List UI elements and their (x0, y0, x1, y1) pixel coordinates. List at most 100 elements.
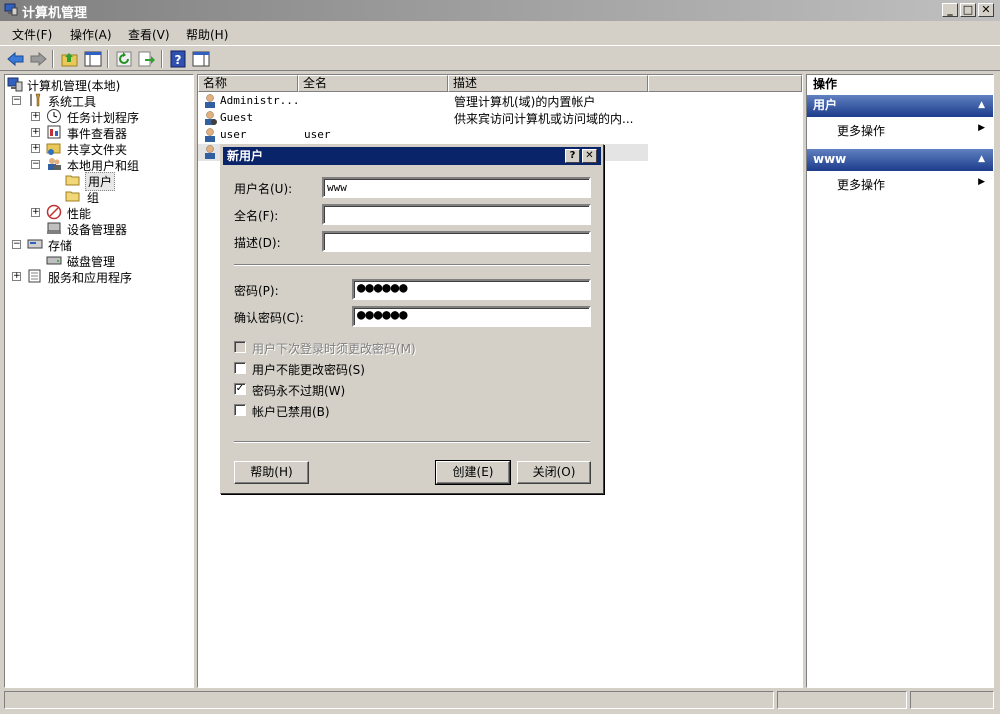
table-row[interactable]: Administr... 管理计算机(域)的内置帐户 (198, 93, 648, 110)
tree-label: 性能 (67, 207, 92, 221)
refresh-icon[interactable] (114, 49, 134, 69)
event-viewer-icon (47, 125, 61, 139)
user-icon (205, 94, 215, 108)
status-cell (4, 691, 774, 709)
separator (234, 441, 590, 443)
checkbox-box[interactable]: ✓ (234, 383, 246, 395)
menu-view[interactable]: 查看(V) (128, 26, 170, 43)
expand-icon[interactable]: + (31, 208, 40, 217)
title-bar: 计算机管理 _ □ ✕ (0, 0, 1000, 21)
create-button[interactable]: 创建(E) (435, 460, 511, 485)
tree-label: 事件查看器 (67, 127, 128, 141)
checkbox-box[interactable] (234, 362, 246, 374)
checkbox-password-never-expires[interactable]: ✓ 密码永不过期(W) (234, 382, 474, 398)
show-action-pane-icon[interactable] (191, 49, 211, 69)
toolbar-separator (107, 50, 109, 68)
close-button[interactable]: ✕ (978, 3, 994, 17)
cell-name: Guest (220, 111, 254, 124)
action-pane: 操作 用户 ▲ 更多操作 ▶ www ▲ 更多操作 ▶ (806, 74, 994, 688)
computer-management-icon (7, 77, 23, 92)
show-hide-tree-icon[interactable] (83, 49, 103, 69)
column-header-description[interactable]: 描述 (448, 75, 648, 92)
shared-folder-icon (46, 143, 61, 155)
checkbox-must-change-password[interactable]: 用户下次登录时须更改密码(M) (234, 340, 474, 356)
column-header-name[interactable]: 名称 (198, 75, 298, 92)
computer-management-icon (4, 3, 18, 16)
collapse-icon[interactable]: − (12, 240, 21, 249)
expand-icon[interactable]: + (31, 112, 40, 121)
tree-label: 磁盘管理 (67, 255, 116, 269)
folder-icon (65, 191, 80, 202)
help-button[interactable]: 帮助(H) (234, 461, 309, 484)
tree-label: 组 (87, 191, 100, 205)
checkbox-box[interactable] (234, 404, 246, 416)
expand-icon[interactable]: + (12, 272, 21, 281)
back-arrow-icon[interactable] (6, 49, 26, 69)
cell-name: Administr... (220, 94, 300, 107)
table-row[interactable]: user user (198, 127, 648, 144)
submenu-arrow-icon: ▶ (978, 177, 985, 187)
minimize-button[interactable]: _ (942, 3, 958, 17)
help-icon[interactable]: ? (168, 49, 188, 69)
column-header-fullname[interactable]: 全名 (298, 75, 448, 92)
export-list-icon[interactable] (136, 49, 156, 69)
checkbox-account-disabled[interactable]: 帐户已禁用(B) (234, 403, 474, 419)
description-label: 描述(D): (234, 236, 281, 250)
close-icon[interactable]: ✕ (582, 149, 597, 163)
forward-arrow-icon[interactable] (28, 49, 48, 69)
menu-file[interactable]: 文件(F) (12, 26, 52, 43)
help-icon[interactable]: ? (565, 149, 580, 163)
checkbox-cannot-change-password[interactable]: 用户不能更改密码(S) (234, 361, 474, 377)
up-folder-icon[interactable] (60, 49, 80, 69)
tree-label: 服务和应用程序 (48, 271, 133, 285)
collapse-icon[interactable]: ▲ (978, 95, 985, 116)
action-group-title: www (813, 152, 847, 166)
confirm-password-input[interactable]: ●●●●●● (352, 306, 591, 327)
checkbox-box[interactable] (234, 341, 246, 353)
separator (234, 264, 590, 266)
tree-label: 任务计划程序 (67, 111, 140, 125)
toolbar: ? (0, 45, 1000, 71)
expand-icon[interactable]: + (31, 144, 40, 153)
menu-bar: 文件(F) 操作(A) 查看(V) 帮助(H) (0, 22, 1000, 44)
menu-help[interactable]: 帮助(H) (186, 26, 228, 43)
action-group-www[interactable]: www ▲ (807, 149, 993, 171)
action-more-actions[interactable]: 更多操作 ▶ (807, 173, 993, 193)
status-bar (0, 690, 1000, 710)
collapse-icon[interactable]: ▲ (978, 149, 985, 170)
password-input[interactable]: ●●●●●● (352, 279, 591, 300)
window-title: 计算机管理 (22, 6, 88, 21)
username-input[interactable]: www (322, 177, 591, 198)
fullname-input[interactable] (322, 204, 591, 225)
password-label: 密码(P): (234, 284, 279, 298)
menu-action[interactable]: 操作(A) (70, 26, 112, 43)
svg-text:?: ? (175, 53, 182, 67)
tree-label: 设备管理器 (67, 223, 128, 237)
expand-icon[interactable]: + (31, 128, 40, 137)
dialog-title-bar: 新用户 ? ✕ (223, 147, 601, 165)
collapse-icon[interactable]: − (12, 96, 21, 105)
actions-header: 操作 (813, 77, 838, 91)
checkbox-label: 用户下次登录时须更改密码(M) (252, 342, 416, 356)
services-icon (28, 269, 41, 283)
cell-description: 供来宾访问计算机或访问域的内... (454, 112, 634, 126)
clock-icon (47, 109, 61, 123)
status-cell (910, 691, 994, 709)
table-row[interactable]: Guest 供来宾访问计算机或访问域的内... (198, 110, 648, 127)
checkbox-label: 用户不能更改密码(S) (252, 363, 365, 377)
action-more-actions[interactable]: 更多操作 ▶ (807, 119, 993, 139)
collapse-icon[interactable]: − (31, 160, 40, 169)
close-dialog-button[interactable]: 关闭(O) (517, 461, 591, 484)
user-icon (205, 145, 215, 159)
description-input[interactable] (322, 231, 591, 252)
action-group-title: 用户 (813, 98, 838, 112)
cell-name: user (220, 128, 247, 141)
disk-icon (46, 256, 62, 265)
column-header-empty (648, 75, 802, 92)
storage-icon (27, 239, 43, 249)
maximize-button[interactable]: □ (960, 3, 976, 17)
action-label: 更多操作 (837, 178, 886, 192)
status-cell (777, 691, 907, 709)
action-group-users[interactable]: 用户 ▲ (807, 95, 993, 117)
new-user-dialog: 新用户 ? ✕ 用户名(U): www 全名(F): 描述(D): 密码(P):… (220, 144, 604, 494)
